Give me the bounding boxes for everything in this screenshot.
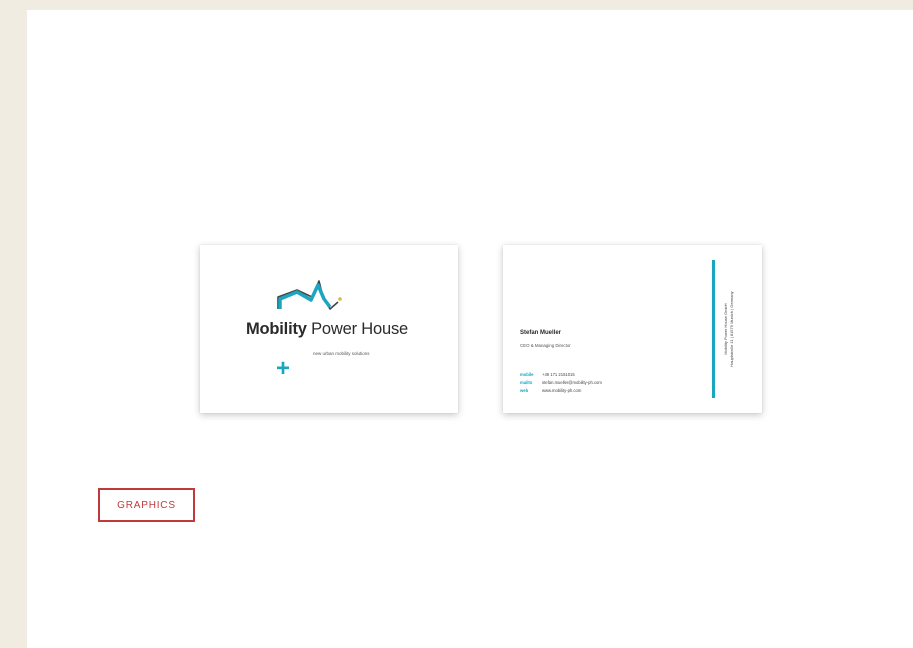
contact-row-mail: mailto stefan.mueller@mobility-ph.com <box>520 378 602 386</box>
logo-dot-icon <box>338 297 342 301</box>
contact-list: mobile +49 171 2151015 mailto stefan.mue… <box>520 370 602 394</box>
business-card-front: Mobility Power House new urban mobility … <box>200 245 458 413</box>
contact-label: mailto <box>520 379 533 385</box>
content-sheet: Mobility Power House new urban mobility … <box>27 10 913 648</box>
contact-value: www.mobility-ph.com <box>542 387 582 393</box>
contact-row-mobile: mobile +49 171 2151015 <box>520 370 602 378</box>
address-line-2: Hauptstraße 11 | 81579 Munich | Germany <box>729 291 734 367</box>
contact-value: stefan.mueller@mobility-ph.com <box>542 379 602 385</box>
brand-name: Mobility Power House <box>246 320 408 339</box>
person-name: Stefan Mueller <box>520 330 562 336</box>
contact-label: mobile <box>520 371 534 377</box>
mobility-power-house-logo <box>277 280 342 310</box>
graphics-tag[interactable]: GRAPHICS <box>98 488 195 522</box>
contact-row-web: web www.mobility-ph.com <box>520 386 602 394</box>
brand-name-rest: Power House <box>306 320 408 338</box>
company-address: Mobility Power House GmbH Hauptstraße 11… <box>723 259 735 399</box>
brand-tagline: new urban mobility solutions <box>313 351 370 356</box>
brand-name-bold: Mobility <box>246 320 307 338</box>
contact-label: web <box>520 387 529 393</box>
business-card-back: Stefan Mueller CEO & Managing Director m… <box>503 245 762 413</box>
plus-icon: + <box>276 355 291 382</box>
person-role: CEO & Managing Director <box>520 343 571 348</box>
contact-value: +49 171 2151015 <box>542 371 575 377</box>
accent-bar <box>712 260 715 398</box>
